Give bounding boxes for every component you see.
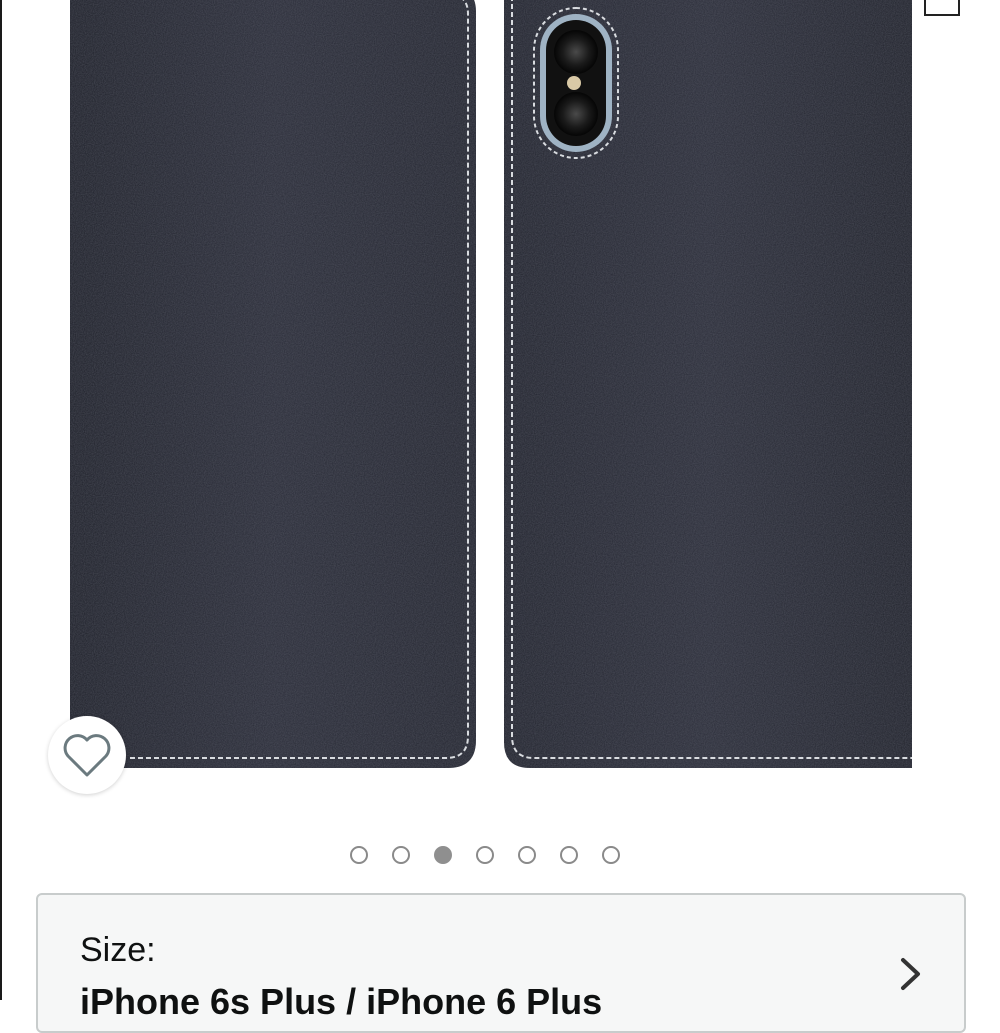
pagination-dot[interactable]	[392, 846, 410, 864]
pagination-dot[interactable]	[560, 846, 578, 864]
expand-icon[interactable]	[924, 0, 960, 16]
product-image-gallery[interactable]	[0, 0, 1000, 830]
case-front-cover	[70, 0, 476, 768]
case-back	[504, 0, 912, 768]
wishlist-button[interactable]	[48, 716, 126, 794]
size-label: Size:	[80, 931, 156, 969]
pagination-dot[interactable]	[350, 846, 368, 864]
pagination-dot[interactable]	[476, 846, 494, 864]
image-pagination	[350, 846, 620, 864]
pagination-dot[interactable]	[602, 846, 620, 864]
product-image[interactable]	[0, 0, 1000, 830]
heart-icon	[63, 734, 111, 777]
pagination-dot[interactable]	[518, 846, 536, 864]
pagination-dot-active[interactable]	[434, 846, 452, 864]
size-value: iPhone 6s Plus / iPhone 6 Plus	[80, 981, 603, 1022]
chevron-right-icon	[901, 958, 920, 990]
size-selector[interactable]: Size: iPhone 6s Plus / iPhone 6 Plus	[36, 893, 966, 1033]
